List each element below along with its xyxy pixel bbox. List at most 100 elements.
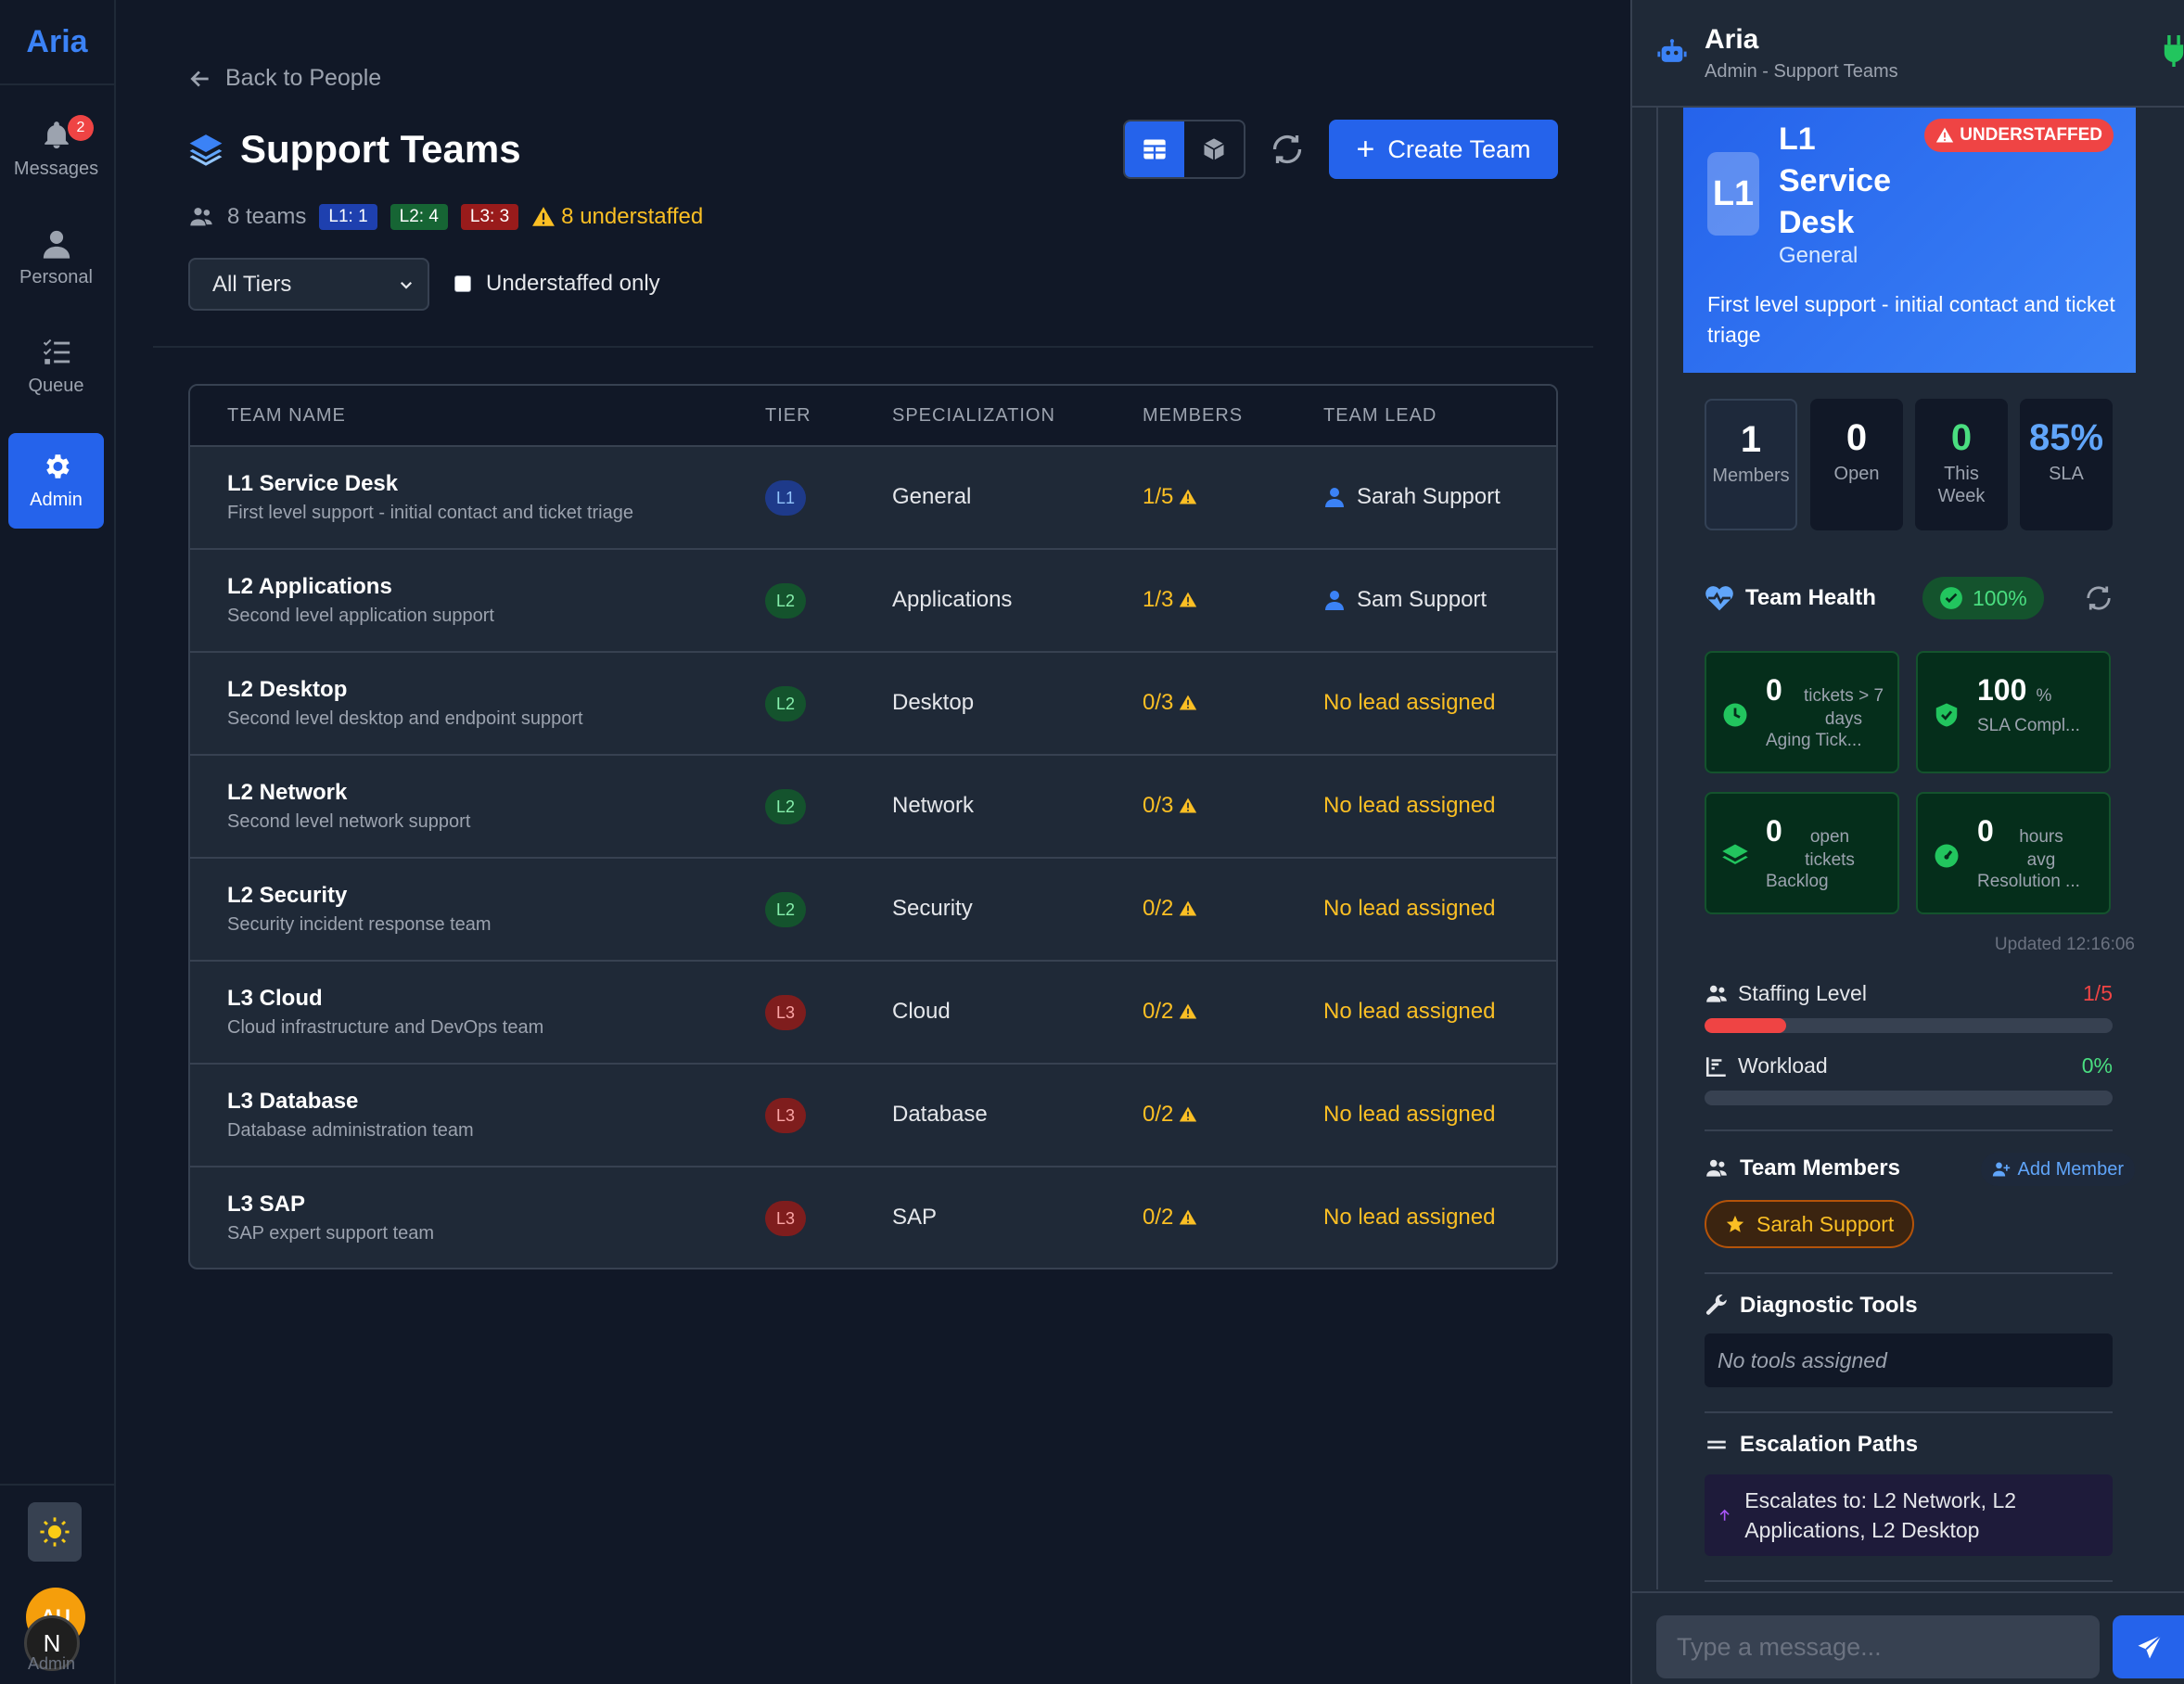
team-description: Second level network support (227, 811, 470, 833)
team-lead-cell: No lead assigned (1323, 1205, 1495, 1231)
kpi-members: 1 Members (1705, 399, 1797, 530)
members-cell: 0/2 (1143, 896, 1197, 922)
members-count: 1/5 (1143, 484, 1173, 510)
health-score: 100% (1973, 586, 2027, 611)
table-row[interactable]: L3 SAPSAP expert support teamL3SAP0/2No … (190, 1167, 1556, 1269)
section-title: Diagnostic Tools (1705, 1293, 1918, 1319)
refresh-icon[interactable] (2085, 584, 2113, 612)
back-to-people-link[interactable]: Back to People (188, 65, 381, 92)
team-detail-scroll[interactable]: L1 L1 Service Desk General UNDERSTAFFED … (1656, 108, 2176, 1589)
team-tier-icon: L1 (1707, 152, 1759, 236)
kpi-value: 85% (2029, 417, 2103, 459)
header-members[interactable]: MEMBERS (1143, 405, 1243, 427)
chat-input[interactable]: Type a message... (1656, 1615, 2100, 1678)
table-row[interactable]: L2 DesktopSecond level desktop and endpo… (190, 653, 1556, 756)
member-chip[interactable]: Sarah Support (1705, 1200, 1914, 1248)
kpi-label: Members (1712, 465, 1789, 487)
specialization-cell: Security (892, 896, 973, 922)
workload-progress-bar (1705, 1091, 2113, 1105)
table-row[interactable]: L3 CloudCloud infrastructure and DevOps … (190, 962, 1556, 1065)
kpi-label: SLA (2049, 463, 2084, 485)
user-plus-icon (1992, 1160, 2011, 1179)
plus-icon: + (1357, 132, 1375, 168)
header-team-lead[interactable]: TEAM LEAD (1323, 405, 1437, 427)
understaffed-checkbox[interactable] (454, 275, 471, 292)
table-row[interactable]: L1 Service DeskFirst level support - ini… (190, 447, 1556, 550)
table-view-button[interactable] (1125, 121, 1184, 177)
header-specialization[interactable]: SPECIALIZATION (892, 405, 1055, 427)
health-score-badge: 100% (1922, 577, 2044, 619)
team-cell: L2 Applications Second level application … (227, 574, 494, 627)
warning-icon (1179, 797, 1197, 815)
team-description: SAP expert support team (227, 1223, 434, 1244)
team-description: Second level application support (227, 606, 494, 627)
team-name: L1 Service Desk (227, 471, 633, 497)
teams-table: TEAM NAME TIER SPECIALIZATION MEMBERS TE… (188, 384, 1558, 1269)
nav-item-queue[interactable]: Queue (8, 319, 104, 415)
equals-icon (1705, 1433, 1729, 1457)
table-row[interactable]: L2 NetworkSecond level network supportL2… (190, 756, 1556, 859)
tier-badge: L2 (765, 789, 806, 824)
members-cell: 0/2 (1143, 999, 1197, 1025)
brand-logo[interactable]: Aria (0, 0, 114, 85)
health-value: 0 (1766, 673, 1782, 708)
nav-item-messages[interactable]: Messages 2 (8, 102, 104, 198)
members-cell: 1/5 (1143, 484, 1197, 510)
understaffed-filter-label: Understaffed only (486, 271, 660, 297)
team-name: L1 Service Desk (1779, 119, 1927, 244)
members-count: 0/3 (1143, 690, 1173, 716)
divider (153, 346, 1593, 348)
section-title: Escalation Paths (1705, 1432, 1918, 1458)
panel-subtitle: Admin - Support Teams (1705, 61, 1898, 83)
heart-pulse-icon (1705, 584, 1734, 612)
refresh-icon[interactable] (1271, 133, 1304, 166)
table-row[interactable]: L2 Applications Second level application … (190, 550, 1556, 653)
team-cell: L2 DesktopSecond level desktop and endpo… (227, 677, 583, 730)
table-row[interactable]: L2 SecuritySecurity incident response te… (190, 859, 1556, 962)
health-unit: open tickets (1797, 825, 1862, 872)
plug-icon (2164, 35, 2184, 67)
nav-label: Messages (14, 159, 98, 180)
team-name: L3 Cloud (227, 986, 543, 1012)
kpi-label: Open (1834, 463, 1880, 485)
divider (1705, 1580, 2113, 1582)
users-icon (1705, 1156, 1729, 1180)
workload-label: Workload (1705, 1053, 1828, 1078)
table-row[interactable]: L3 DatabaseDatabase administration teamL… (190, 1065, 1556, 1167)
clock-icon (1721, 701, 1749, 729)
members-count: 0/2 (1143, 1205, 1173, 1231)
health-value: 0 (1766, 814, 1782, 848)
tier-badge: L3 (765, 995, 806, 1030)
members-cell: 0/3 (1143, 690, 1197, 716)
team-description: First level support - initial contact an… (1707, 289, 2115, 351)
team-lead-name: Sarah Support (1357, 484, 1501, 510)
workload-title: Workload (1738, 1053, 1828, 1078)
header-tier[interactable]: TIER (765, 405, 811, 427)
nav-item-admin[interactable]: Admin (8, 433, 104, 529)
tier-badge: L2 (765, 686, 806, 721)
specialization-cell: Applications (892, 587, 1012, 613)
members-cell: 1/3 (1143, 587, 1197, 613)
team-cell: L3 DatabaseDatabase administration team (227, 1089, 474, 1142)
members-count: 0/2 (1143, 896, 1173, 922)
arrow-up-icon (1718, 1503, 1731, 1527)
team-name: L2 Applications (227, 574, 494, 600)
team-cell: L2 SecuritySecurity incident response te… (227, 883, 492, 936)
tier-badge: L3 (765, 1201, 806, 1236)
card-view-button[interactable] (1184, 121, 1244, 177)
send-button[interactable] (2113, 1615, 2184, 1678)
nav-label: Queue (28, 376, 83, 397)
tier-filter-select[interactable]: All Tiers (188, 258, 429, 311)
header-team-name[interactable]: TEAM NAME (227, 405, 346, 427)
staffing-label: Staffing Level (1705, 981, 1867, 1006)
nav-label: Personal (19, 267, 93, 288)
health-card-backlog: 0 open tickets Backlog (1705, 792, 1899, 914)
team-lead-cell: Sam Support (1323, 587, 1487, 613)
nav-item-personal[interactable]: Personal (8, 210, 104, 306)
theme-toggle-button[interactable] (28, 1502, 82, 1562)
chart-icon (1705, 1054, 1729, 1078)
member-name: Sarah Support (1756, 1212, 1894, 1237)
warning-icon (531, 205, 556, 229)
create-team-button[interactable]: + Create Team (1329, 120, 1558, 179)
add-member-button[interactable]: Add Member (1981, 1153, 2136, 1186)
